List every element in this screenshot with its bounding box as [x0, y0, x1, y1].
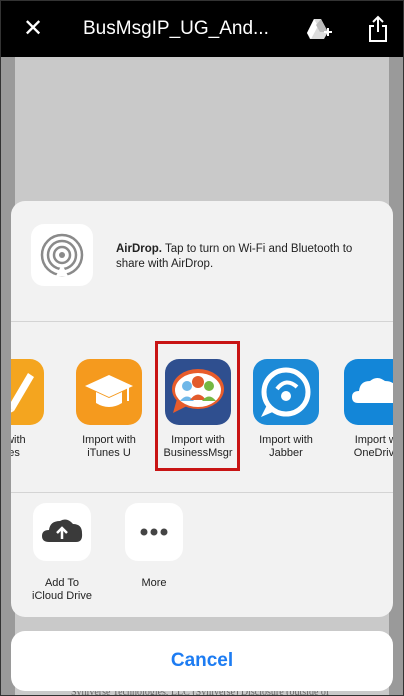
top-bar: ✕ BusMsgIP_UG_And...: [1, 1, 403, 57]
itunes-u-icon: [76, 359, 142, 425]
app-label: rt withges: [11, 434, 26, 459]
more-icon: [125, 503, 183, 561]
pages-icon: [11, 359, 44, 425]
action-label: Add To iCloud Drive: [32, 577, 92, 602]
airdrop-message: AirDrop. Tap to turn on Wi-Fi and Blueto…: [116, 242, 381, 272]
document-title: BusMsgIP_UG_And...: [83, 18, 269, 39]
airdrop-icon[interactable]: [31, 224, 93, 286]
app-share-row[interactable]: rt withges Import withiTunes U: [11, 322, 393, 492]
airdrop-title: AirDrop.: [116, 243, 162, 255]
screen: ✕ BusMsgIP_UG_And... Syniverse Technolog…: [0, 0, 404, 696]
share-icon[interactable]: [367, 15, 389, 43]
icloud-upload-icon: [33, 503, 91, 561]
highlight-box: [155, 341, 240, 471]
onedrive-icon: [344, 359, 393, 425]
airdrop-row[interactable]: AirDrop. Tap to turn on Wi-Fi and Blueto…: [11, 201, 393, 321]
app-label: Import with Jabber: [259, 434, 313, 459]
cancel-button[interactable]: Cancel: [11, 631, 393, 691]
app-label: Import wiOneDrive: [353, 434, 393, 459]
close-icon[interactable]: ✕: [23, 15, 43, 43]
share-sheet: AirDrop. Tap to turn on Wi-Fi and Blueto…: [11, 201, 393, 617]
jabber-icon: [253, 359, 319, 425]
app-label: Import with iTunes U: [82, 434, 136, 459]
drive-add-icon[interactable]: [306, 17, 332, 41]
action-row: Add To iCloud Drive More: [11, 493, 393, 617]
action-label: More: [141, 577, 167, 589]
